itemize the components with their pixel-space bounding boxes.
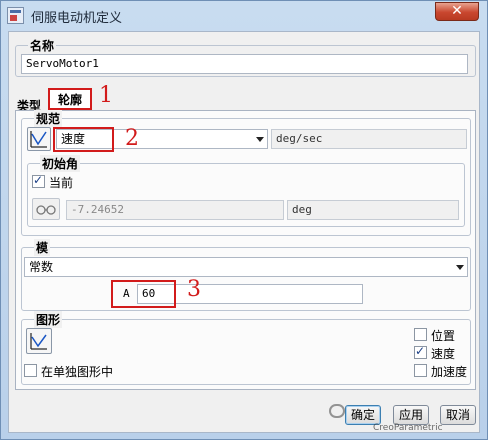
initial-angle-input[interactable]: -7.24652 bbox=[66, 200, 284, 220]
current-checkbox[interactable] bbox=[32, 173, 45, 188]
acceleration-label: 加速度 bbox=[431, 365, 468, 379]
cancel-button[interactable]: 取消 bbox=[440, 405, 476, 425]
module-dropdown[interactable]: 常数 bbox=[24, 257, 468, 277]
spec-group-label: 规范 bbox=[34, 110, 63, 127]
titlebar[interactable]: 伺服电动机定义 ✕ bbox=[1, 1, 487, 31]
separate-graph-label: 在单独图形中 bbox=[41, 365, 114, 379]
chevron-down-icon bbox=[256, 137, 264, 142]
measure-button[interactable] bbox=[32, 198, 60, 220]
ok-button[interactable]: 确定 bbox=[345, 405, 381, 425]
current-label: 当前 bbox=[49, 176, 74, 190]
apply-button[interactable]: 应用 bbox=[393, 405, 429, 425]
watermark-icon bbox=[329, 404, 345, 418]
separate-graph-checkbox[interactable] bbox=[24, 364, 37, 377]
tab-profile[interactable]: 轮廓 bbox=[48, 88, 92, 110]
close-button[interactable]: ✕ bbox=[435, 2, 479, 21]
velocity-checkbox[interactable] bbox=[414, 344, 427, 359]
watermark-text: CreoParametric bbox=[373, 423, 443, 433]
chevron-down-icon bbox=[456, 265, 464, 270]
annotation-1: 1 bbox=[99, 83, 113, 108]
module-group-label: 模 bbox=[34, 239, 51, 256]
graph-button[interactable] bbox=[26, 328, 52, 354]
acceleration-checkbox[interactable] bbox=[414, 364, 427, 377]
position-checkbox[interactable] bbox=[414, 328, 427, 341]
name-input[interactable]: ServoMotor1 bbox=[21, 54, 468, 74]
app-icon bbox=[7, 7, 24, 24]
spec-unit: deg/sec bbox=[271, 129, 467, 149]
spec-graph-button[interactable] bbox=[27, 127, 51, 151]
velocity-graph-icon bbox=[30, 131, 47, 148]
graph-icon bbox=[30, 333, 47, 350]
name-group-label: 名称 bbox=[28, 37, 57, 54]
initial-angle-unit: deg bbox=[287, 200, 459, 220]
graph-group-label: 图形 bbox=[34, 311, 63, 328]
highlight-box-2 bbox=[53, 127, 114, 152]
highlight-box-3 bbox=[111, 280, 176, 308]
initial-angle-group-label: 初始角 bbox=[40, 155, 81, 172]
position-label: 位置 bbox=[431, 329, 456, 343]
velocity-label: 速度 bbox=[431, 347, 456, 361]
dialog-window: 伺服电动机定义 ✕ 名称 ServoMotor1 类型 轮廓 1 规范 速度 2… bbox=[0, 0, 488, 440]
annotation-2: 2 bbox=[125, 126, 139, 151]
window-title: 伺服电动机定义 bbox=[31, 11, 123, 26]
glasses-icon bbox=[36, 205, 56, 215]
module-dropdown-value: 常数 bbox=[29, 260, 54, 274]
annotation-3: 3 bbox=[187, 277, 201, 302]
